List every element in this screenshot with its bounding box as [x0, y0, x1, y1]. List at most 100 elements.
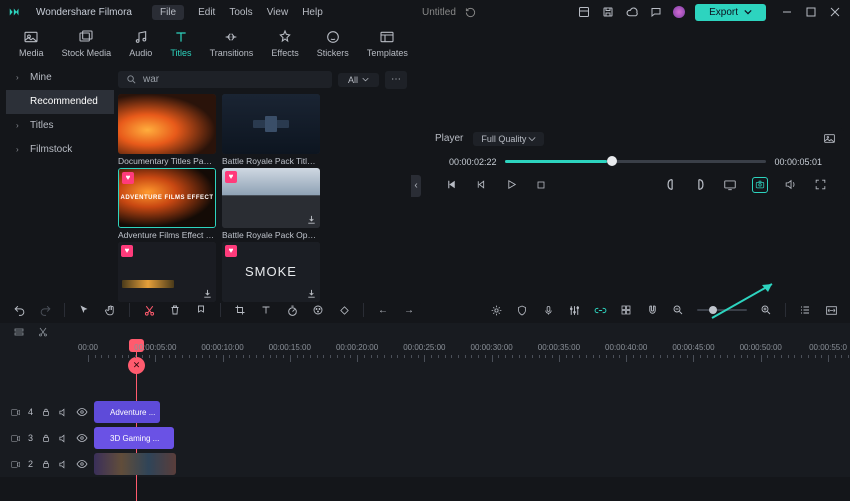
eye-icon[interactable]: [76, 431, 88, 445]
undo-icon[interactable]: [12, 303, 26, 317]
ruler[interactable]: ✕ 00:0000:00:05:0000:00:10:0000:00:15:00…: [88, 341, 846, 369]
grid-toggle-icon[interactable]: [619, 303, 633, 317]
track-video-icon[interactable]: [10, 457, 21, 471]
avatar[interactable]: [673, 6, 685, 18]
quality-dropdown[interactable]: Full Quality: [473, 132, 544, 146]
template-card[interactable]: ♥: [118, 242, 216, 304]
stop-button[interactable]: [533, 177, 549, 193]
mute-icon[interactable]: [58, 431, 69, 445]
export-button[interactable]: Export: [695, 4, 766, 21]
lock-icon[interactable]: [40, 405, 51, 419]
menu-tools[interactable]: Tools: [229, 7, 252, 18]
magnet-icon[interactable]: [645, 303, 659, 317]
list-icon[interactable]: [798, 303, 812, 317]
save-icon[interactable]: [601, 5, 615, 19]
mark-in-button[interactable]: [662, 177, 678, 193]
delete-icon[interactable]: [168, 303, 182, 317]
eye-icon[interactable]: [76, 405, 88, 419]
track-body[interactable]: 3D Gaming ...: [88, 425, 846, 451]
template-card[interactable]: SMOKE♥: [222, 242, 320, 304]
sidebar-item-mine[interactable]: ›Mine: [6, 66, 114, 90]
search-input[interactable]: war: [118, 71, 332, 88]
download-icon[interactable]: [306, 288, 317, 299]
color-icon[interactable]: [311, 303, 325, 317]
crop-icon[interactable]: [233, 303, 247, 317]
template-card[interactable]: Battle Royale Pack Title 03: [222, 94, 320, 166]
clip-video[interactable]: 2023-01-05...: [94, 453, 176, 475]
message-icon[interactable]: [649, 5, 663, 19]
marker-icon[interactable]: [194, 303, 208, 317]
mute-icon[interactable]: [58, 405, 69, 419]
timeline-cut-icon[interactable]: [36, 325, 50, 339]
layout-icon[interactable]: [577, 5, 591, 19]
prev-frame-button[interactable]: [443, 177, 459, 193]
more-icon[interactable]: ⋯: [385, 71, 407, 89]
seek-knob[interactable]: [607, 156, 617, 166]
arrow-left-icon[interactable]: ←: [376, 303, 390, 317]
template-card[interactable]: ♥Battle Royale Pack Opener 01: [222, 168, 320, 240]
step-back-button[interactable]: [473, 177, 489, 193]
link-icon[interactable]: [593, 303, 607, 317]
volume-icon[interactable]: [782, 177, 798, 193]
template-card[interactable]: Documentary Titles Pack Titl...: [118, 94, 216, 166]
menu-file[interactable]: File: [152, 5, 184, 20]
effects-icon[interactable]: [489, 303, 503, 317]
cut-icon[interactable]: [142, 303, 156, 317]
track-body[interactable]: Adventure ...: [88, 399, 846, 425]
download-icon[interactable]: [306, 214, 317, 225]
clip-title[interactable]: 3D Gaming ...: [94, 427, 174, 449]
collapse-sidebar-button[interactable]: ‹: [411, 175, 421, 197]
tab-stock-media[interactable]: Stock Media: [62, 28, 112, 58]
track-video-icon[interactable]: [10, 405, 21, 419]
zoom-out-icon[interactable]: [671, 303, 685, 317]
fit-icon[interactable]: [824, 303, 838, 317]
seek-track[interactable]: [505, 160, 767, 163]
refresh-icon[interactable]: [464, 5, 478, 19]
tab-titles[interactable]: Titles: [170, 28, 191, 58]
tab-media[interactable]: Media: [19, 28, 44, 58]
speed-icon[interactable]: [285, 303, 299, 317]
keyframe-icon[interactable]: [337, 303, 351, 317]
mic-icon[interactable]: [541, 303, 555, 317]
maximize-icon[interactable]: [804, 5, 818, 19]
sidebar-item-recommended[interactable]: Recommended: [6, 90, 114, 114]
zoom-in-icon[interactable]: [759, 303, 773, 317]
image-icon[interactable]: [822, 132, 836, 146]
hand-icon[interactable]: [103, 303, 117, 317]
sidebar-item-titles[interactable]: ›Titles: [6, 114, 114, 138]
redo-icon[interactable]: [38, 303, 52, 317]
zoom-knob[interactable]: [709, 306, 717, 314]
track-body[interactable]: 2023-01-05...: [88, 451, 846, 477]
tab-transitions[interactable]: Transitions: [210, 28, 254, 58]
arrow-right-icon[interactable]: →: [402, 303, 416, 317]
sidebar-item-filmstock[interactable]: ›Filmstock: [6, 138, 114, 162]
menu-edit[interactable]: Edit: [198, 7, 215, 18]
menu-view[interactable]: View: [267, 7, 289, 18]
timeline-layers-icon[interactable]: [12, 325, 26, 339]
tab-stickers[interactable]: Stickers: [317, 28, 349, 58]
pointer-icon[interactable]: [77, 303, 91, 317]
tab-effects[interactable]: Effects: [271, 28, 298, 58]
menu-help[interactable]: Help: [302, 7, 323, 18]
text-icon[interactable]: [259, 303, 273, 317]
snapshot-button[interactable]: [752, 177, 768, 193]
tab-templates[interactable]: Templates: [367, 28, 408, 58]
playhead-close-icon[interactable]: ✕: [128, 357, 145, 374]
template-card-selected[interactable]: ADVENTURE FILMS EFFECT♥Adventure Films E…: [118, 168, 216, 240]
zoom-slider[interactable]: [697, 309, 747, 311]
display-icon[interactable]: [722, 177, 738, 193]
minimize-icon[interactable]: [780, 5, 794, 19]
tab-audio[interactable]: Audio: [129, 28, 152, 58]
fullscreen-icon[interactable]: [812, 177, 828, 193]
filter-dropdown[interactable]: All: [338, 73, 379, 87]
shield-icon[interactable]: [515, 303, 529, 317]
close-icon[interactable]: [828, 5, 842, 19]
cloud-icon[interactable]: [625, 5, 639, 19]
play-button[interactable]: [503, 177, 519, 193]
clip-title[interactable]: Adventure ...: [94, 401, 160, 423]
mute-icon[interactable]: [58, 457, 69, 471]
mixer-icon[interactable]: [567, 303, 581, 317]
eye-icon[interactable]: [76, 457, 88, 471]
track-video-icon[interactable]: [10, 431, 21, 445]
lock-icon[interactable]: [40, 431, 51, 445]
